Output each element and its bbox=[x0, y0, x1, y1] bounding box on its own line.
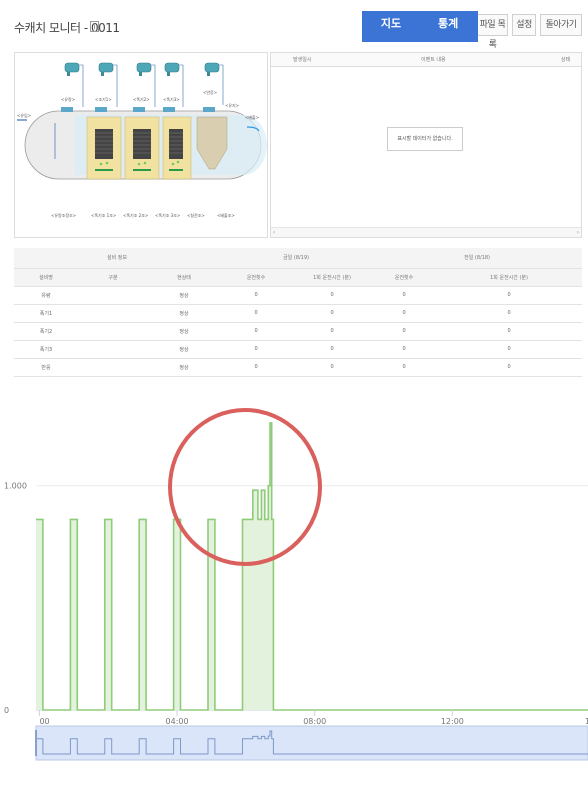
table-cell bbox=[78, 304, 148, 323]
table-cell: 0 bbox=[292, 358, 373, 377]
diagram-label: <유량조정조> bbox=[51, 213, 77, 218]
event-panel: 발생일시 이벤트 내용 상태 표시할 데이터가 없습니다. ‹ › bbox=[270, 52, 582, 238]
table-group-header: 설비 정보 금일 (8/19) 전일 (8/18) bbox=[14, 248, 583, 269]
table-cell: 0 bbox=[292, 304, 373, 323]
diagram-label: <유지> bbox=[225, 103, 240, 108]
table-cell: 정상 bbox=[148, 286, 221, 305]
table-row: 폭기2 정상 0 0 0 0 bbox=[14, 322, 583, 341]
diagram-label: <폭기2> bbox=[133, 97, 150, 102]
table-row: 폭기1 정상 0 0 0 0 bbox=[14, 304, 583, 323]
diagram-label: <조기1> bbox=[95, 97, 112, 102]
table-cell: 0 bbox=[292, 340, 373, 359]
column-header: 1회 운전시간 (분) bbox=[292, 268, 373, 287]
horizontal-scrollbar[interactable]: ‹ › bbox=[271, 227, 581, 237]
table-cell: 0 bbox=[220, 304, 293, 323]
settings-button[interactable]: 설정 bbox=[512, 14, 536, 36]
column-header: 구분 bbox=[78, 268, 148, 287]
table-cell: 정상 bbox=[148, 322, 221, 341]
table-cell: 0 bbox=[220, 286, 293, 305]
x-tick-label: 08:00 bbox=[303, 717, 326, 726]
table-cell: 0 bbox=[436, 340, 583, 359]
table-cell: 유량 bbox=[14, 286, 78, 305]
info-icon[interactable]: i bbox=[90, 21, 99, 32]
table-cell: 0 bbox=[372, 322, 437, 341]
table-cell: 폭기1 bbox=[14, 304, 78, 323]
table-cell: 0 bbox=[436, 358, 583, 377]
table-cell: 0 bbox=[372, 340, 437, 359]
diagram-label: <폭기조 2조> bbox=[123, 213, 149, 218]
table-cell: 반응 bbox=[14, 358, 78, 377]
table-cell: 정상 bbox=[148, 340, 221, 359]
tab-statistics[interactable]: 통계 bbox=[420, 11, 478, 42]
table-cell bbox=[78, 340, 148, 359]
table-cell: 0 bbox=[220, 322, 293, 341]
table-cell: 0 bbox=[436, 322, 583, 341]
diagram-label: <유량> bbox=[61, 97, 76, 102]
scroll-right-icon[interactable]: › bbox=[577, 229, 579, 236]
table-cell: 0 bbox=[372, 286, 437, 305]
page-header: 수캐치 모니터 - 0011 i 지도 통계 파일 목록 설정 돌아가기 bbox=[0, 0, 588, 50]
table-cell: 0 bbox=[436, 286, 583, 305]
table-cell: 0 bbox=[220, 358, 293, 377]
y-tick-label: 1.000 bbox=[4, 482, 27, 491]
table-cell: 폭기3 bbox=[14, 340, 78, 359]
table-row: 유량 정상 0 0 0 0 bbox=[14, 286, 583, 305]
column-header: 이벤트 내용 bbox=[421, 57, 446, 63]
diagram-label: <폭기조 1조> bbox=[91, 213, 117, 218]
blower-icon bbox=[136, 62, 152, 73]
column-header: 1회 운전시간 (분) bbox=[436, 268, 583, 287]
column-header: 상태 bbox=[561, 57, 571, 63]
diagram-label: <침전조> bbox=[187, 213, 205, 218]
table-cell: 0 bbox=[292, 286, 373, 305]
equipment-table: 설비 정보 금일 (8/19) 전일 (8/18) 설비명 구분 현상태 운전횟… bbox=[14, 248, 583, 377]
table-cell: 0 bbox=[436, 304, 583, 323]
group-header: 금일 (8/19) bbox=[220, 248, 373, 269]
table-cell: 0 bbox=[292, 322, 373, 341]
x-tick-label: 12:00 bbox=[441, 717, 464, 726]
blower-icon bbox=[164, 62, 180, 73]
process-diagram: <유량> <조기1> <폭기2> <폭기3> <반응> <유입> <배출> <유… bbox=[14, 52, 268, 238]
table-cell: 정상 bbox=[148, 304, 221, 323]
column-header: 운전횟수 bbox=[372, 268, 437, 287]
column-header: 운전횟수 bbox=[220, 268, 293, 287]
navigator-window bbox=[35, 725, 588, 761]
group-header: 설비 정보 bbox=[14, 248, 221, 269]
table-row: 폭기3 정상 0 0 0 0 bbox=[14, 340, 583, 359]
table-cell bbox=[78, 286, 148, 305]
y-tick-label: 0 bbox=[4, 706, 9, 715]
x-tick-label: 00 bbox=[39, 717, 49, 726]
blower-icon bbox=[204, 62, 220, 73]
table-cell: 0 bbox=[372, 358, 437, 377]
table-cell: 0 bbox=[220, 340, 293, 359]
table-cell: 0 bbox=[372, 304, 437, 323]
group-header: 전일 (8/18) bbox=[372, 248, 583, 269]
diagram-label: <배출조> bbox=[217, 213, 235, 218]
diagram-label: <폭기조 3조> bbox=[155, 213, 181, 218]
blower-icon bbox=[98, 62, 114, 73]
tank-diagram bbox=[17, 62, 267, 180]
empty-message: 표시할 데이터가 없습니다. bbox=[387, 127, 463, 151]
column-header: 발생일시 bbox=[293, 57, 312, 63]
table-header: 설비명 구분 현상태 운전횟수 1회 운전시간 (분) 운전횟수 1회 운전시간… bbox=[14, 268, 583, 287]
column-header: 현상태 bbox=[148, 268, 221, 287]
diagram-label: <반응> bbox=[203, 90, 218, 95]
back-button[interactable]: 돌아가기 bbox=[540, 14, 582, 36]
event-table-header: 발생일시 이벤트 내용 상태 bbox=[271, 53, 581, 67]
page-title: 수캐치 모니터 - 0011 bbox=[14, 21, 120, 35]
x-tick-label: 04:00 bbox=[166, 717, 189, 726]
table-row: 반응 정상 0 0 0 0 bbox=[14, 358, 583, 377]
highlight-circle bbox=[168, 408, 322, 566]
table-cell bbox=[78, 358, 148, 377]
tab-map[interactable]: 지도 bbox=[362, 11, 420, 42]
scroll-left-icon[interactable]: ‹ bbox=[273, 229, 275, 236]
diagram-label: <폭기3> bbox=[163, 97, 180, 102]
table-cell: 폭기2 bbox=[14, 322, 78, 341]
blower-icon bbox=[64, 62, 80, 73]
table-cell bbox=[78, 322, 148, 341]
file-list-button[interactable]: 파일 목록 bbox=[478, 14, 508, 50]
diagram-label: <유입> bbox=[17, 113, 32, 118]
table-cell: 정상 bbox=[148, 358, 221, 377]
column-header: 설비명 bbox=[14, 268, 78, 287]
diagram-label: <배출> bbox=[245, 115, 260, 120]
